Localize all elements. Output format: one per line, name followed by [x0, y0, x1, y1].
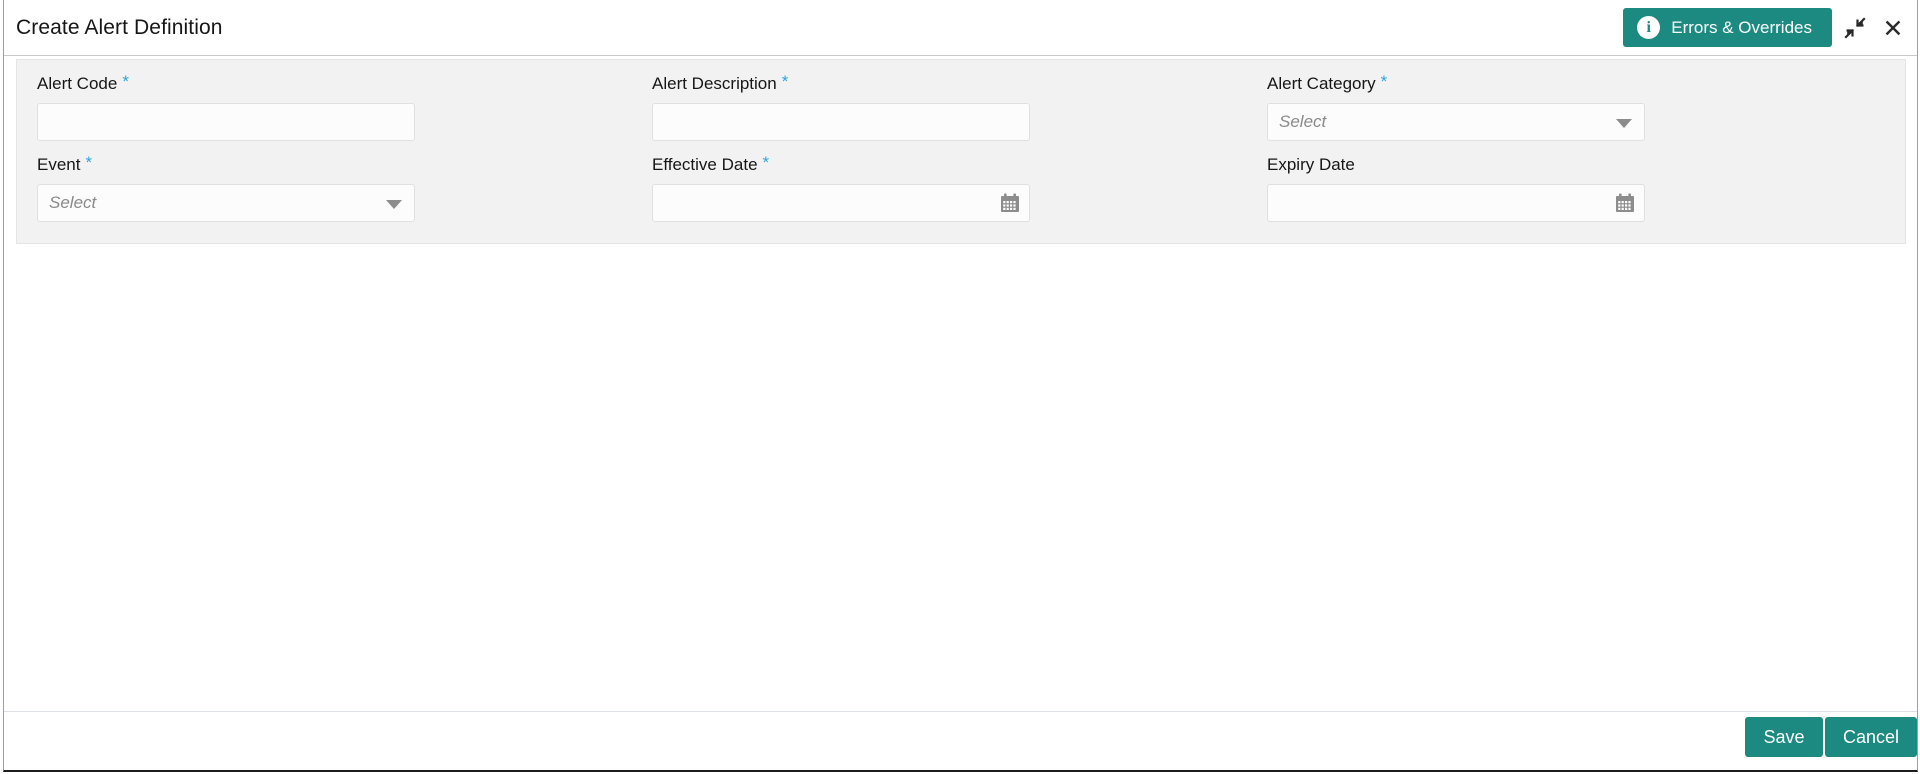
- close-glyph: ✕: [1882, 13, 1904, 43]
- label-alert-description-text: Alert Description: [652, 74, 777, 93]
- window-footer: Save Cancel: [4, 711, 1917, 770]
- create-alert-definition-window: Create Alert Definition i Errors & Overr…: [3, 0, 1918, 772]
- label-expiry-date-text: Expiry Date: [1267, 155, 1355, 174]
- label-effective-date-text: Effective Date: [652, 155, 758, 174]
- close-icon[interactable]: ✕: [1879, 14, 1907, 42]
- effective-date-wrap: [652, 184, 1030, 222]
- field-alert-category: Alert Category * Select: [1267, 73, 1645, 141]
- event-value: Select: [49, 193, 97, 212]
- expiry-date-input[interactable]: [1267, 184, 1645, 222]
- label-event: Event *: [37, 154, 415, 176]
- alert-description-input[interactable]: [652, 103, 1030, 141]
- required-asterisk: *: [122, 72, 129, 91]
- field-expiry-date: Expiry Date: [1267, 154, 1645, 222]
- window-content: Alert Code * Alert Description * Alert Cat…: [4, 56, 1917, 711]
- required-asterisk: *: [85, 153, 93, 172]
- event-select-wrap: Select: [37, 184, 415, 222]
- alert-category-select[interactable]: Select: [1267, 103, 1645, 141]
- label-alert-category: Alert Category *: [1267, 73, 1645, 95]
- window-titlebar: Create Alert Definition i Errors & Overr…: [4, 0, 1917, 56]
- label-effective-date: Effective Date *: [652, 154, 1030, 176]
- label-alert-description: Alert Description *: [652, 73, 1030, 95]
- info-icon: i: [1637, 16, 1661, 39]
- label-alert-code: Alert Code *: [37, 73, 415, 95]
- errors-and-overrides-label: Errors & Overrides: [1671, 17, 1812, 37]
- footer-button-group: Save Cancel: [1744, 717, 1917, 757]
- form-grid: Alert Code * Alert Description * Alert Cat…: [17, 60, 1905, 222]
- label-event-text: Event: [37, 155, 81, 174]
- label-alert-category-text: Alert Category: [1267, 74, 1376, 93]
- event-select[interactable]: Select: [37, 184, 415, 222]
- alert-definition-form-panel: Alert Code * Alert Description * Alert Cat…: [16, 59, 1906, 244]
- page-title: Create Alert Definition: [16, 16, 223, 39]
- errors-and-overrides-button[interactable]: i Errors & Overrides: [1623, 8, 1832, 47]
- cancel-button[interactable]: Cancel: [1824, 717, 1917, 757]
- label-expiry-date: Expiry Date: [1267, 154, 1645, 176]
- required-asterisk: *: [762, 153, 770, 172]
- expiry-date-wrap: [1267, 184, 1645, 222]
- effective-date-input[interactable]: [652, 184, 1030, 222]
- calendar-icon[interactable]: [1615, 193, 1635, 213]
- field-alert-description: Alert Description *: [652, 73, 1030, 141]
- alert-category-select-wrap: Select: [1267, 103, 1645, 141]
- field-alert-code: Alert Code *: [37, 73, 415, 141]
- alert-code-input[interactable]: [37, 103, 415, 141]
- label-alert-code-text: Alert Code: [37, 74, 118, 93]
- collapse-arrows-glyph: [1844, 17, 1866, 39]
- save-button[interactable]: Save: [1744, 717, 1823, 757]
- field-effective-date: Effective Date *: [652, 154, 1030, 222]
- required-asterisk: *: [781, 72, 789, 91]
- calendar-icon[interactable]: [1000, 193, 1020, 213]
- required-asterisk: *: [1380, 72, 1388, 91]
- collapse-arrows-icon[interactable]: [1841, 14, 1869, 42]
- field-event: Event * Select: [37, 154, 415, 222]
- alert-category-value: Select: [1279, 112, 1327, 131]
